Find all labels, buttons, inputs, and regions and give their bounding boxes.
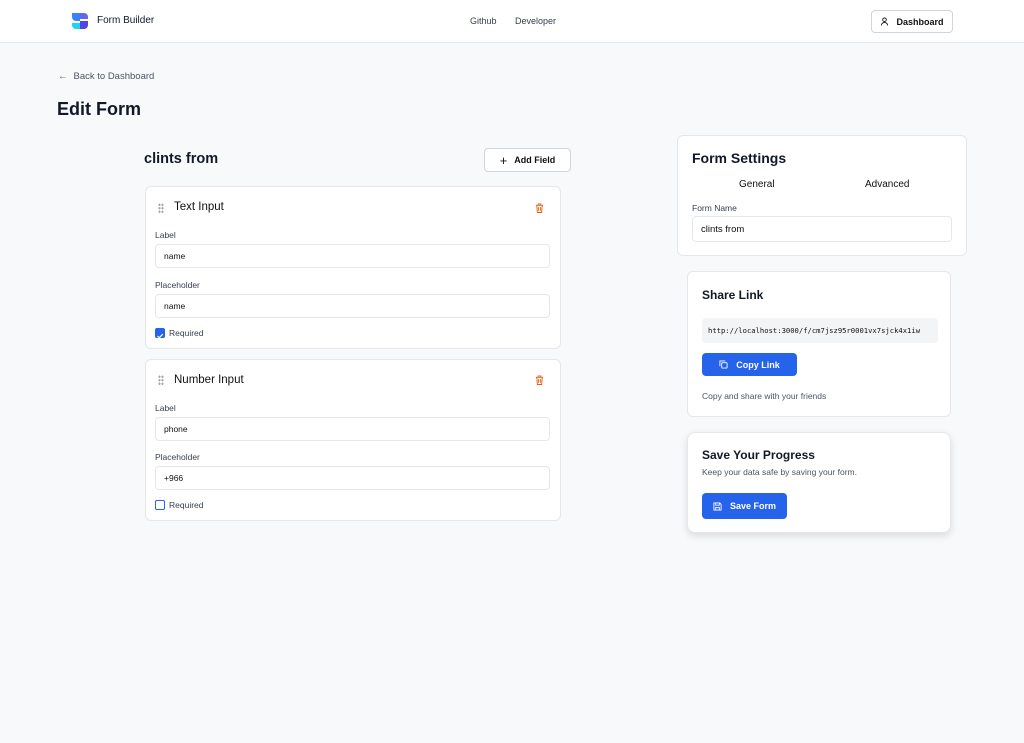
page-title: Edit Form — [57, 99, 141, 119]
form-name-label: Form Name — [692, 203, 737, 213]
check-icon — [157, 333, 164, 339]
add-field-button[interactable]: + Add Field — [484, 148, 571, 172]
copy-link-label: Copy Link — [736, 359, 780, 370]
app-name: Form Builder — [97, 15, 155, 26]
plus-icon: + — [499, 152, 508, 168]
tab-general[interactable]: General — [739, 179, 775, 190]
share-hint: Copy and share with your friends — [702, 391, 827, 401]
trash-icon[interactable] — [535, 203, 544, 213]
label-input[interactable]: name — [155, 244, 550, 268]
drag-handle-icon[interactable] — [158, 375, 164, 385]
nav-developer[interactable]: Developer — [515, 16, 556, 26]
save-title: Save Your Progress — [702, 448, 815, 462]
save-subtitle: Keep your data safe by saving your form. — [702, 467, 857, 477]
nav-github[interactable]: Github — [470, 16, 497, 26]
placeholder-caption: Placeholder — [155, 280, 200, 290]
form-settings-card: Form Settings General Advanced Form Name… — [677, 135, 967, 256]
back-link[interactable]: ← Back to Dashboard — [58, 71, 154, 82]
field-type: Text Input — [174, 201, 224, 213]
logo-icon — [72, 13, 88, 29]
share-url[interactable]: http://localhost:3000/f/cm7jsz95r0001vx7… — [702, 318, 938, 343]
field-card-number-input: Number Input Label phone Placeholder +96… — [145, 359, 561, 521]
back-label: Back to Dashboard — [73, 71, 155, 82]
placeholder-input[interactable]: +966 — [155, 466, 550, 490]
arrow-left-icon: ← — [58, 71, 68, 82]
dashboard-button[interactable]: Dashboard — [871, 10, 953, 33]
drag-handle-icon[interactable] — [158, 203, 164, 213]
form-name-input[interactable]: clints from — [692, 216, 952, 242]
field-card-text-input: Text Input Label name Placeholder name R… — [145, 186, 561, 349]
share-link-card: Share Link http://localhost:3000/f/cm7js… — [687, 271, 951, 417]
required-checkbox[interactable] — [155, 328, 165, 339]
settings-title: Form Settings — [692, 150, 787, 166]
field-type: Number Input — [174, 374, 244, 386]
copy-link-button[interactable]: Copy Link — [702, 353, 797, 376]
dashboard-label: Dashboard — [896, 16, 944, 27]
form-title: clints from — [144, 151, 219, 167]
label-caption: Label — [155, 230, 176, 240]
copy-icon — [719, 360, 728, 369]
user-icon — [881, 17, 889, 26]
share-title: Share Link — [702, 288, 764, 302]
save-progress-card: Save Your Progress Keep your data safe b… — [687, 432, 951, 533]
save-form-label: Save Form — [729, 501, 777, 511]
label-input[interactable]: phone — [155, 417, 550, 441]
required-label: Required — [169, 328, 204, 338]
required-label: Required — [169, 500, 204, 510]
top-nav: Form Builder Github Developer Dashboard — [0, 0, 1024, 43]
placeholder-input[interactable]: name — [155, 294, 550, 318]
placeholder-caption: Placeholder — [155, 452, 200, 462]
save-icon — [713, 501, 722, 511]
save-form-button[interactable]: Save Form — [702, 493, 787, 519]
add-field-label: Add Field — [514, 155, 556, 165]
tab-advanced[interactable]: Advanced — [865, 179, 909, 190]
required-checkbox[interactable] — [155, 500, 165, 510]
trash-icon[interactable] — [535, 375, 544, 385]
label-caption: Label — [155, 403, 176, 413]
